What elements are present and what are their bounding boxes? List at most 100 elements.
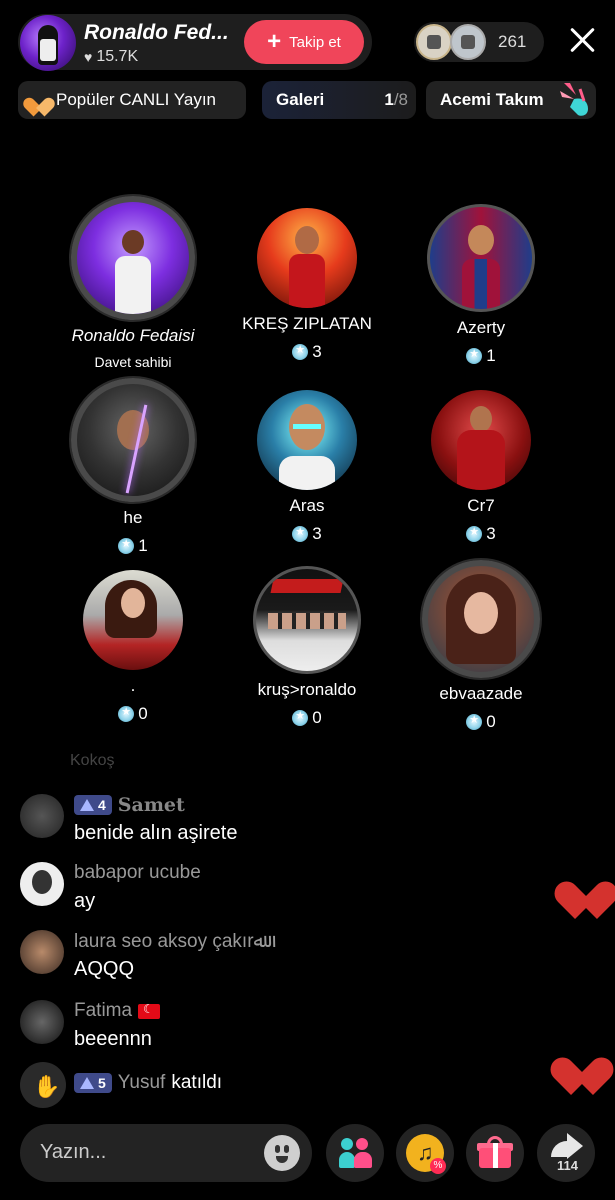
chat-username[interactable]: babapor ucube xyxy=(74,862,201,884)
viewers-pill[interactable]: 261 xyxy=(414,22,544,62)
viewer-avatar xyxy=(450,24,486,60)
music-note-icon: ♫% xyxy=(406,1134,446,1174)
seat-host[interactable]: Ronaldo Fedaisi Davet sahibi xyxy=(46,196,220,370)
comment-placeholder: Yazın... xyxy=(40,1141,107,1163)
coin-icon xyxy=(292,525,309,542)
host-avatar[interactable] xyxy=(20,15,76,71)
seat-name: Cr7 xyxy=(467,496,495,515)
seat-avatar xyxy=(431,390,531,490)
chat-username[interactable]: laura seo aksoy çakırﷲ xyxy=(74,930,265,953)
seat-avatar xyxy=(253,566,361,674)
seat-avatar xyxy=(422,560,540,678)
seat-4[interactable]: he 1 xyxy=(46,378,220,556)
close-icon[interactable] xyxy=(566,24,598,56)
seat-name: KREŞ ZIPLATAN xyxy=(242,314,372,333)
seat-name: Aras xyxy=(289,496,325,515)
chat-username[interactable]: Fatima xyxy=(74,1000,132,1022)
broken-heart-icon xyxy=(20,90,58,117)
chat-text: benide alın aşirete xyxy=(74,822,238,844)
heart-icon: ♥ xyxy=(84,49,93,65)
share-arrow-icon xyxy=(551,1133,583,1161)
avatar[interactable] xyxy=(20,930,64,974)
coin-icon xyxy=(292,343,309,360)
chat-text: ay xyxy=(74,890,96,912)
seat-stat: 1 xyxy=(394,346,568,366)
chat-text: beeennn xyxy=(74,1028,152,1050)
turkey-flag-icon xyxy=(138,1002,161,1019)
viewer-count: 261 xyxy=(498,32,527,51)
avatar[interactable] xyxy=(20,862,64,906)
seat-stat: 1 xyxy=(46,536,220,556)
emoji-icon[interactable] xyxy=(264,1135,300,1171)
likes-count: 15.7K xyxy=(96,48,139,65)
seat-2[interactable]: KREŞ ZIPLATAN 3 xyxy=(220,208,394,362)
seat-name: Ronaldo Fedaisi xyxy=(71,326,195,345)
seat-stat: 3 xyxy=(220,342,394,362)
follow-button[interactable]: + Takip et xyxy=(244,20,364,64)
coin-icon xyxy=(292,709,309,726)
wave-hand-icon: ✋ xyxy=(20,1062,66,1108)
seat-stat: 0 xyxy=(220,708,394,728)
floating-heart-icon xyxy=(545,1042,615,1095)
hand-wave-icon xyxy=(560,83,588,116)
gift-icon xyxy=(477,1136,513,1168)
gallery-pill[interactable]: Galeri 1/8 xyxy=(262,81,416,119)
comment-input[interactable]: Yazın... xyxy=(20,1124,312,1182)
seat-avatar xyxy=(427,204,535,312)
chat-username[interactable]: Samet xyxy=(118,794,185,816)
popular-live-badge[interactable]: Popüler CANLI Yayın xyxy=(18,81,246,119)
seat-7[interactable]: . 0 xyxy=(46,570,220,724)
seat-name: Azerty xyxy=(456,318,506,337)
host-likes: ♥ 15.7K xyxy=(84,48,138,66)
seat-stat: 3 xyxy=(394,524,568,544)
faded-chat-line: Kokoş xyxy=(70,752,115,769)
join-action: katıldı xyxy=(171,1072,223,1093)
team-pill[interactable]: Acemi Takım xyxy=(426,81,596,119)
coin-icon xyxy=(118,705,135,722)
seat-name: kruş>ronaldo xyxy=(257,680,357,699)
seat-avatar xyxy=(71,196,195,320)
chat-text: AQQQ xyxy=(74,958,135,980)
seat-stat: 0 xyxy=(394,712,568,732)
seat-name: ebvaazade xyxy=(439,684,523,703)
gallery-label: Galeri xyxy=(276,90,325,109)
share-button[interactable]: 114 xyxy=(537,1124,595,1182)
guests-button[interactable] xyxy=(326,1124,384,1182)
seat-name: . xyxy=(130,676,136,695)
follow-label: Takip et xyxy=(289,33,341,51)
seat-avatar xyxy=(257,208,357,308)
seat-stat: 0 xyxy=(46,704,220,724)
gift-button[interactable] xyxy=(466,1124,524,1182)
popular-label: Popüler CANLI Yayın xyxy=(56,90,217,109)
host-header: Ronaldo Fed... ♥ 15.7K + Takip et xyxy=(18,14,372,71)
plus-icon: + xyxy=(267,28,282,55)
coin-icon xyxy=(466,525,483,542)
seat-avatar xyxy=(71,378,195,502)
join-username[interactable]: Yusuf xyxy=(118,1072,166,1094)
seat-avatar xyxy=(257,390,357,490)
coin-icon xyxy=(118,537,135,554)
seat-role: Davet sahibi xyxy=(94,354,172,370)
level-badge: 5 xyxy=(74,1073,112,1093)
coin-icon xyxy=(466,347,483,364)
seat-9[interactable]: ebvaazade 0 xyxy=(394,560,568,732)
seat-6[interactable]: Cr7 3 xyxy=(394,390,568,544)
seat-3[interactable]: Azerty 1 xyxy=(394,204,568,366)
host-name[interactable]: Ronaldo Fed... xyxy=(84,21,229,45)
floating-heart-icon xyxy=(549,866,615,919)
seat-stat: 3 xyxy=(220,524,394,544)
people-icon xyxy=(339,1136,373,1170)
avatar[interactable] xyxy=(20,1000,64,1044)
coin-icon xyxy=(466,713,483,730)
gallery-page: 1/8 xyxy=(384,90,408,109)
avatar[interactable] xyxy=(20,794,64,838)
seat-name: he xyxy=(123,508,143,527)
share-count: 114 xyxy=(557,1158,578,1173)
tiktok-promo-button[interactable]: ♫% xyxy=(396,1124,454,1182)
seat-5[interactable]: Aras 3 xyxy=(220,390,394,544)
level-badge: 4 xyxy=(74,795,112,815)
viewer-avatar xyxy=(416,24,452,60)
seat-avatar xyxy=(83,570,183,670)
seat-8[interactable]: kruş>ronaldo 0 xyxy=(220,566,394,728)
team-label: Acemi Takım xyxy=(440,90,544,109)
